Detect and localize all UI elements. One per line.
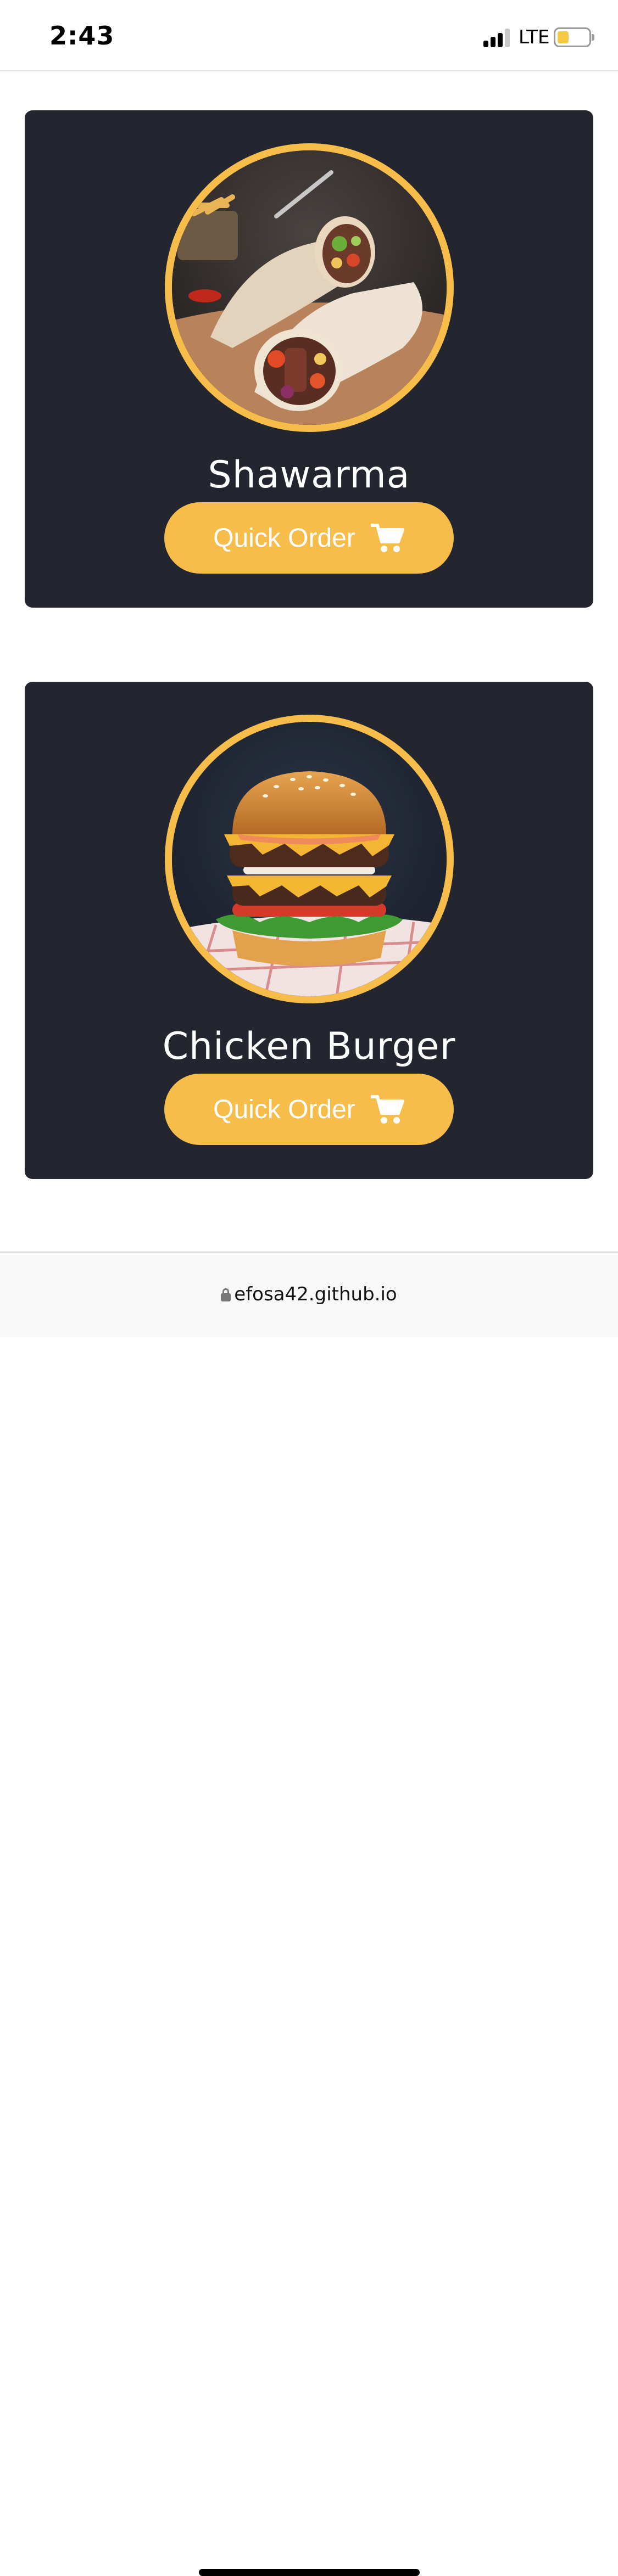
- home-indicator[interactable]: [199, 2569, 420, 2576]
- cart-icon: [370, 522, 405, 554]
- item-name: Shawarma: [208, 453, 410, 497]
- item-name: Chicken Burger: [162, 1025, 456, 1068]
- battery-icon: [554, 27, 594, 47]
- browser-address-bar[interactable]: efosa42.github.io: [0, 1251, 618, 2576]
- battery-fill: [558, 31, 569, 43]
- status-bar: 2:43 LTE: [0, 0, 618, 71]
- chicken-burger-photo: [165, 715, 454, 1003]
- lock-icon: [221, 1288, 231, 1301]
- url-text: efosa42.github.io: [234, 1283, 397, 1305]
- menu-card: Chicken Burger Quick Order: [25, 682, 593, 1179]
- url-display[interactable]: efosa42.github.io: [0, 1283, 618, 1305]
- signal-strength-icon: [483, 29, 512, 47]
- quick-order-button[interactable]: Quick Order: [164, 502, 454, 574]
- status-time: 2:43: [49, 21, 115, 50]
- menu-card: Shawarma Quick Order: [25, 110, 593, 608]
- quick-order-button[interactable]: Quick Order: [164, 1074, 454, 1145]
- quick-order-label: Quick Order: [213, 1095, 355, 1124]
- shawarma-photo: [165, 143, 454, 432]
- quick-order-label: Quick Order: [213, 523, 355, 553]
- cart-icon: [370, 1093, 405, 1125]
- network-type: LTE: [519, 26, 550, 48]
